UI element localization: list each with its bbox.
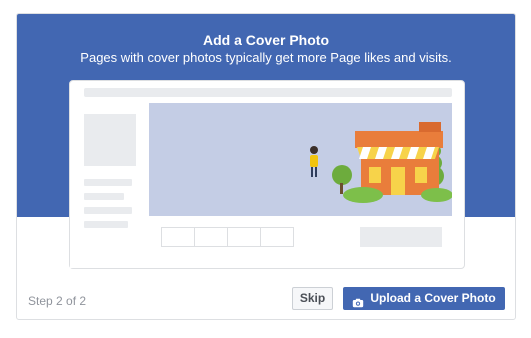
storefront-window [415, 167, 427, 183]
upload-cover-photo-button[interactable]: Upload a Cover Photo [343, 287, 505, 310]
person-head-icon [310, 146, 318, 154]
mockup-left-column [70, 103, 150, 268]
mockup-tab [195, 228, 228, 246]
dialog-title: Add a Cover Photo [202, 32, 329, 48]
mockup-tab [261, 228, 293, 246]
mockup-text-line [84, 221, 128, 228]
dialog-subtitle: Pages with cover photos typically get mo… [80, 50, 452, 65]
tree-trunk [340, 183, 343, 194]
bush-icon [421, 188, 452, 202]
mockup-tab [162, 228, 195, 246]
storefront-door [391, 167, 405, 195]
page-mockup [69, 80, 465, 269]
mockup-text-line [84, 207, 132, 214]
add-cover-photo-dialog: Add a Cover Photo Pages with cover photo… [16, 13, 516, 320]
bush-icon [343, 187, 383, 203]
storefront-window [369, 167, 381, 183]
mockup-action-button [360, 227, 442, 247]
mockup-cover-area [149, 103, 452, 216]
person-leg-icon [311, 167, 313, 177]
mockup-profile-placeholder [84, 114, 136, 166]
step-indicator: Step 2 of 2 [28, 294, 87, 308]
tree-icon [332, 165, 352, 185]
mockup-tab [228, 228, 261, 246]
mockup-text-line [84, 193, 124, 200]
skip-button[interactable]: Skip [292, 287, 333, 310]
mockup-top-bar [84, 88, 452, 97]
person-body-icon [310, 155, 318, 167]
person-leg-icon [315, 167, 317, 177]
mockup-text-line [84, 179, 132, 186]
upload-button-label: Upload a Cover Photo [370, 291, 496, 305]
storefront-illustration [149, 103, 452, 216]
storefront-chimney [419, 122, 441, 132]
mockup-tab-row [161, 227, 294, 247]
camera-icon [352, 294, 364, 307]
storefront-roof [355, 131, 443, 148]
